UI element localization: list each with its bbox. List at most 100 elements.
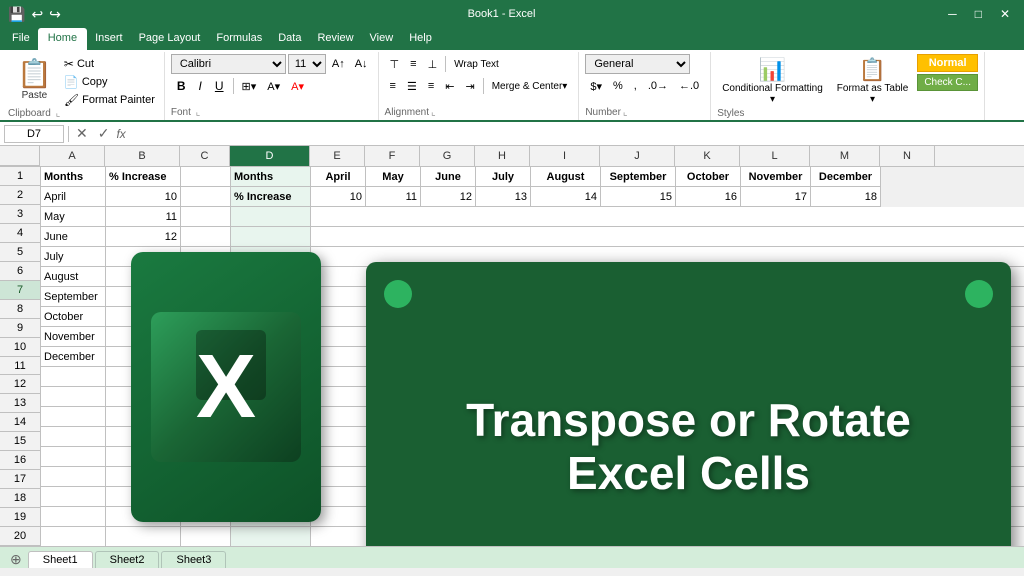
bold-button[interactable]: B <box>171 76 192 96</box>
currency-button[interactable]: $▾ <box>585 76 607 96</box>
format-painter-button[interactable]: 🖌 Format Painter <box>61 92 158 108</box>
row-header-3[interactable]: 3 <box>0 205 40 224</box>
row-header-8[interactable]: 8 <box>0 300 40 319</box>
cell-a8[interactable]: October <box>41 307 106 327</box>
tab-review[interactable]: Review <box>309 28 361 50</box>
col-header-m[interactable]: M <box>810 146 880 166</box>
row-header-18[interactable]: 18 <box>0 489 40 508</box>
cell-g1[interactable]: June <box>421 167 476 187</box>
cell-d4[interactable] <box>231 227 311 247</box>
col-header-l[interactable]: L <box>740 146 810 166</box>
cell-b3[interactable]: 11 <box>106 207 181 227</box>
row-header-1[interactable]: 1 <box>0 167 40 186</box>
col-header-h[interactable]: H <box>475 146 530 166</box>
row-header-17[interactable]: 17 <box>0 470 40 489</box>
col-header-b[interactable]: B <box>105 146 180 166</box>
cell-a6[interactable]: August <box>41 267 106 287</box>
cut-button[interactable]: ✂ Cut <box>61 56 158 72</box>
cell-c3[interactable] <box>181 207 231 227</box>
align-center-button[interactable]: ☰ <box>402 76 422 96</box>
row-header-19[interactable]: 19 <box>0 508 40 527</box>
cell-i1[interactable]: August <box>531 167 601 187</box>
format-as-table-button[interactable]: 📋 Format as Table▾ <box>832 54 914 108</box>
italic-button[interactable]: I <box>193 76 208 96</box>
undo-icon[interactable]: ↩ <box>31 6 43 23</box>
cell-a2[interactable]: April <box>41 187 106 207</box>
tab-insert[interactable]: Insert <box>87 28 131 50</box>
check-cell-button[interactable]: Check C... <box>917 74 978 91</box>
col-header-c[interactable]: C <box>180 146 230 166</box>
cell-a3[interactable]: May <box>41 207 106 227</box>
align-middle-button[interactable]: ≡ <box>405 54 421 74</box>
cell-b2[interactable]: 10 <box>106 187 181 207</box>
redo-icon[interactable]: ↪ <box>49 6 61 23</box>
row-header-5[interactable]: 5 <box>0 243 40 262</box>
cell-a5[interactable]: July <box>41 247 106 267</box>
align-left-button[interactable]: ≡ <box>385 76 401 96</box>
cell-a10[interactable]: December <box>41 347 106 367</box>
col-header-g[interactable]: G <box>420 146 475 166</box>
cell-a7[interactable]: September <box>41 287 106 307</box>
formula-confirm-btn[interactable]: ✓ <box>95 125 113 142</box>
merge-center-button[interactable]: Merge & Center▾ <box>487 76 573 96</box>
row-header-7[interactable]: 7 <box>0 281 40 300</box>
col-header-d[interactable]: D <box>230 146 310 166</box>
cell-d1[interactable]: Months <box>231 167 311 187</box>
col-header-e[interactable]: E <box>310 146 365 166</box>
decrease-font-button[interactable]: A↓ <box>351 54 372 74</box>
increase-indent-button[interactable]: ⇥ <box>460 76 479 96</box>
row-header-9[interactable]: 9 <box>0 319 40 338</box>
row-header-13[interactable]: 13 <box>0 394 40 413</box>
align-right-button[interactable]: ≡ <box>423 76 439 96</box>
cell-i2[interactable]: 14 <box>531 187 601 207</box>
cell-k2[interactable]: 16 <box>676 187 741 207</box>
normal-style-button[interactable]: Normal <box>917 54 978 72</box>
cell-d3[interactable] <box>231 207 311 227</box>
number-format-select[interactable]: General <box>585 54 690 74</box>
cell-c4[interactable] <box>181 227 231 247</box>
cell-b4[interactable]: 12 <box>106 227 181 247</box>
row-header-14[interactable]: 14 <box>0 413 40 432</box>
formula-input[interactable] <box>130 128 1020 140</box>
conditional-formatting-button[interactable]: 📊 Conditional Formatting▾ <box>717 54 828 108</box>
row-header-6[interactable]: 6 <box>0 262 40 281</box>
align-top-button[interactable]: ⊤ <box>385 54 405 74</box>
row-header-4[interactable]: 4 <box>0 224 40 243</box>
comma-button[interactable]: , <box>629 76 642 96</box>
add-sheet-button[interactable]: ⊕ <box>4 551 28 568</box>
row-header-16[interactable]: 16 <box>0 451 40 470</box>
sheet-tab-3[interactable]: Sheet3 <box>161 551 226 568</box>
font-color-button[interactable]: A▾ <box>286 76 309 96</box>
tab-formulas[interactable]: Formulas <box>208 28 270 50</box>
cell-j2[interactable]: 15 <box>601 187 676 207</box>
cell-k1[interactable]: October <box>676 167 741 187</box>
cell-m2[interactable]: 18 <box>811 187 881 207</box>
sheet-tab-1[interactable]: Sheet1 <box>28 551 93 568</box>
row-header-20[interactable]: 20 <box>0 527 40 546</box>
tab-view[interactable]: View <box>362 28 402 50</box>
wrap-text-button[interactable]: Wrap Text <box>449 54 504 74</box>
sheet-tab-2[interactable]: Sheet2 <box>95 551 160 568</box>
col-header-j[interactable]: J <box>600 146 675 166</box>
cell-m1[interactable]: December <box>811 167 881 187</box>
cell-a9[interactable]: November <box>41 327 106 347</box>
row-header-12[interactable]: 12 <box>0 375 40 394</box>
cell-a4[interactable]: June <box>41 227 106 247</box>
cell-j1[interactable]: September <box>601 167 676 187</box>
tab-data[interactable]: Data <box>270 28 309 50</box>
increase-decimal-button[interactable]: .0→ <box>643 76 673 96</box>
font-family-select[interactable]: Calibri <box>171 54 286 74</box>
cell-b1[interactable]: % Increase <box>106 167 181 187</box>
decrease-indent-button[interactable]: ⇤ <box>440 76 459 96</box>
tab-home[interactable]: Home <box>38 28 87 50</box>
paste-button[interactable]: 📋 Paste <box>8 54 61 104</box>
percent-button[interactable]: % <box>608 76 628 96</box>
copy-button[interactable]: 📄 Copy <box>61 74 158 90</box>
cell-a1[interactable]: Months <box>41 167 106 187</box>
col-header-k[interactable]: K <box>675 146 740 166</box>
underline-button[interactable]: U <box>209 76 230 96</box>
row-header-11[interactable]: 11 <box>0 357 40 376</box>
cell-g2[interactable]: 12 <box>421 187 476 207</box>
tab-page-layout[interactable]: Page Layout <box>131 28 209 50</box>
increase-font-button[interactable]: A↑ <box>328 54 349 74</box>
